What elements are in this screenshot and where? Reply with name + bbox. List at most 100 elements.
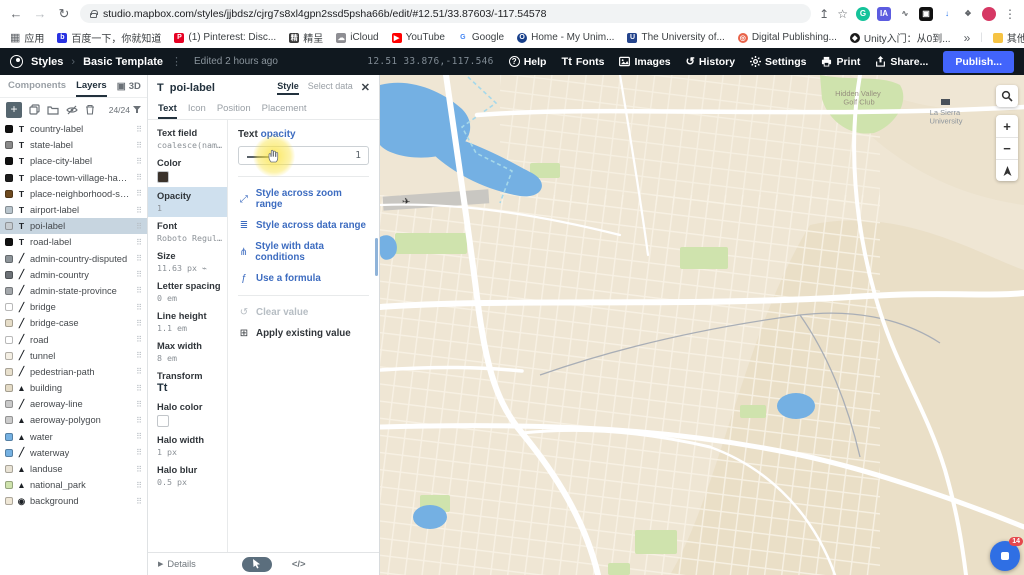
delete-layer-icon[interactable] [85,104,95,115]
layer-row-aeroway-polygon[interactable]: ▲aeroway-polygon⠿ [0,412,147,428]
tab-select-data[interactable]: Select data [308,81,353,95]
menu-settings[interactable]: Settings [750,56,806,68]
menu-images[interactable]: Images [619,56,670,68]
layer-row-pedestrian-path[interactable]: ╱pedestrian-path⠿ [0,364,147,380]
browser-menu-icon[interactable]: ⋮ [1004,7,1016,21]
property-transform[interactable]: TransformTt [148,367,227,398]
property-letter-spacing[interactable]: Letter spacing0 em [148,277,227,307]
property-size[interactable]: Size11.63 px ⌁ [148,247,227,277]
grammarly-extension[interactable]: G [856,7,870,21]
compass-button[interactable] [996,159,1018,181]
ia-extension[interactable]: IA [877,7,891,21]
bookmark-item[interactable]: OHome - My Unim... [517,30,614,45]
layer-row-airport-label[interactable]: Tairport-label⠿ [0,202,147,218]
drag-handle-icon[interactable]: ⠿ [136,254,142,263]
drag-handle-icon[interactable]: ⠿ [136,432,142,441]
use-a-formula-button[interactable]: ƒUse a formula [238,273,369,284]
forward-icon[interactable]: → [32,6,48,21]
layer-row-national_park[interactable]: ▲national_park⠿ [0,477,147,493]
close-icon[interactable]: ✕ [361,81,370,94]
layer-row-tunnel[interactable]: ╱tunnel⠿ [0,348,147,364]
code-view-icon[interactable]: </> [292,559,306,570]
bookmark-item[interactable]: UThe University of... [627,30,724,45]
style-menu-icon[interactable]: ⋮ [171,55,182,68]
drag-handle-icon[interactable]: ⠿ [136,206,142,215]
other-bookmarks[interactable]: 其他书签 [993,30,1024,45]
layer-row-place-neighborhood-subur[interactable]: Tplace-neighborhood-subur...⠿ [0,186,147,202]
style-across-data-range-button[interactable]: ≣Style across data range [238,220,369,231]
details-toggle[interactable]: ▶ Details [158,559,196,569]
bookmark-item[interactable]: P(1) Pinterest: Disc... [174,30,276,45]
layer-row-place-town-village-hamlet-l[interactable]: Tplace-town-village-hamlet-l...⠿ [0,170,147,186]
bookmark-item[interactable]: GGoogle [458,30,504,45]
filter-icon[interactable] [133,106,141,114]
menu-fonts[interactable]: TtFonts [561,56,604,68]
chat-widget-button[interactable]: 14 [990,541,1020,571]
drag-handle-icon[interactable]: ⠿ [136,448,142,457]
publish-button[interactable]: Publish... [943,51,1014,73]
drag-handle-icon[interactable]: ⠿ [136,335,142,344]
drag-handle-icon[interactable]: ⠿ [136,351,142,360]
blackbox-extension[interactable]: ▣ [919,7,933,21]
subtab-position[interactable]: Position [217,100,251,119]
layer-row-state-label[interactable]: Tstate-label⠿ [0,137,147,153]
share-page-icon[interactable]: ↥ [819,7,829,21]
profile-avatar[interactable] [982,7,996,21]
style-with-data-conditions-button[interactable]: ⋔Style with data conditions [238,241,369,263]
menu-share[interactable]: Share... [875,56,928,68]
drag-handle-icon[interactable]: ⠿ [136,222,142,231]
tab-3d[interactable]: ▣ 3D [117,81,141,92]
search-icon[interactable] [996,85,1018,107]
layer-row-admin-country[interactable]: ╱admin-country⠿ [0,267,147,283]
layer-row-country-label[interactable]: Tcountry-label⠿ [0,121,147,137]
drag-handle-icon[interactable]: ⠿ [136,125,142,134]
property-font[interactable]: FontRoboto Regul… [148,217,227,247]
drag-handle-icon[interactable]: ⠿ [136,319,142,328]
drag-handle-icon[interactable]: ⠿ [136,173,142,182]
refresh-icon[interactable]: ↻ [56,6,72,22]
layer-row-waterway[interactable]: ╱waterway⠿ [0,445,147,461]
puzzle-extension[interactable]: ❖ [961,7,975,21]
bookmark-item[interactable]: 精精呈 [289,30,323,45]
bookmark-item[interactable]: ◎Digital Publishing... [738,30,837,45]
drag-handle-icon[interactable]: ⠿ [136,141,142,150]
bookmark-item[interactable]: ◆Unity入门：从0到... [850,30,951,45]
layer-row-bridge[interactable]: ╱bridge⠿ [0,299,147,315]
zoom-out-button[interactable]: − [996,137,1018,159]
layer-row-road[interactable]: ╱road⠿ [0,331,147,347]
layer-row-bridge-case[interactable]: ╱bridge-case⠿ [0,315,147,331]
layer-row-place-city-label[interactable]: Tplace-city-label⠿ [0,153,147,169]
menu-print[interactable]: Print [821,56,860,68]
apps-shortcut[interactable]: ▦ 应用 [10,30,44,45]
property-line-height[interactable]: Line height1.1 em [148,307,227,337]
duplicate-layer-icon[interactable] [29,104,40,115]
opacity-slider[interactable]: 1 [238,146,369,165]
drag-handle-icon[interactable]: ⠿ [136,189,142,198]
bookmark-item[interactable]: ▶YouTube [392,30,445,45]
map-canvas[interactable]: ✈ [380,75,1024,575]
layer-row-water[interactable]: ▲water⠿ [0,429,147,445]
group-layers-icon[interactable] [47,105,59,115]
property-color[interactable]: Color [148,154,227,187]
clear-value-button[interactable]: ↺ Clear value [238,307,369,318]
tab-components[interactable]: Components [8,75,66,97]
property-color-swatch[interactable] [157,415,169,427]
subtab-icon[interactable]: Icon [188,100,206,119]
downloader-extension[interactable]: ↓ [940,7,954,21]
drag-handle-icon[interactable]: ⠿ [136,238,142,247]
apply-existing-value-button[interactable]: ⊞ Apply existing value [238,328,369,339]
layer-row-landuse[interactable]: ▲landuse⠿ [0,461,147,477]
drag-handle-icon[interactable]: ⠿ [136,303,142,312]
layer-row-admin-state-province[interactable]: ╱admin-state-province⠿ [0,283,147,299]
mapbox-logo-icon[interactable] [10,55,23,68]
add-layer-button[interactable]: + [6,102,22,118]
bookmark-star-icon[interactable]: ☆ [837,7,848,21]
hide-layer-icon[interactable] [66,105,78,115]
drag-handle-icon[interactable]: ⠿ [136,465,142,474]
tab-layers[interactable]: Layers [76,75,107,97]
property-opacity[interactable]: Opacity1 [148,187,227,217]
layer-row-building[interactable]: ▲building⠿ [0,380,147,396]
breadcrumb-style-name[interactable]: Basic Template [83,56,163,68]
bookmark-item[interactable]: ☁iCloud [336,30,378,45]
subtab-placement[interactable]: Placement [262,100,307,119]
